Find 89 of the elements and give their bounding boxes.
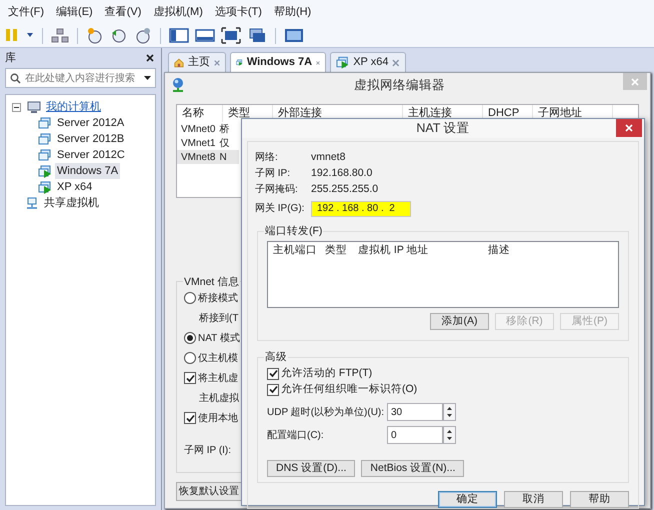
network-icon[interactable] [51, 27, 69, 44]
search-field[interactable]: 在此处键入内容进行搜索 [5, 68, 156, 88]
button[interactable]: 添加(A) [430, 312, 489, 330]
checkbox[interactable] [267, 384, 279, 396]
field-value: 192.168.80.0 [311, 166, 372, 181]
field-value: 255.255.255.0 [311, 182, 378, 197]
tree-item[interactable]: Server 2012B [55, 130, 126, 148]
radio-button[interactable] [184, 352, 196, 364]
field-label: 主机虚拟 [199, 392, 239, 406]
radio-label: 桥接模式 [198, 292, 238, 306]
tree-item[interactable]: 共享虚拟机 [42, 194, 101, 212]
table-row[interactable]: VMnet8 N [177, 150, 239, 164]
thumbnail-view-icon[interactable] [195, 27, 215, 44]
menu-item[interactable]: 查看(V) [104, 4, 142, 20]
button[interactable]: NetBios 设置(N)... [361, 460, 464, 477]
field-label: 网关 IP(G): [255, 202, 306, 216]
spinner-button[interactable] [443, 426, 456, 444]
checkbox[interactable] [184, 372, 196, 384]
window-title: 虚拟网络编辑器 [353, 76, 446, 94]
snapshot-icon[interactable] [86, 27, 104, 44]
tree-item[interactable]: 我的计算机 [44, 98, 103, 116]
menu-item[interactable]: 虚拟机(M) [153, 4, 203, 20]
column-header[interactable]: 虚拟机 IP 地址 [353, 242, 483, 259]
checkbox-label: 允许活动的 FTP(T) [281, 366, 372, 381]
menu-item[interactable]: 选项卡(T) [214, 4, 262, 20]
menu-item[interactable]: 文件(F) [8, 4, 44, 20]
close-icon[interactable] [146, 54, 154, 62]
menu-item[interactable]: 编辑(E) [56, 4, 93, 20]
console-view-icon[interactable] [284, 27, 304, 44]
network-globe-icon [171, 77, 185, 93]
unity-icon[interactable] [247, 27, 267, 44]
revert-icon[interactable] [110, 27, 128, 44]
tab[interactable]: 主页 [168, 52, 226, 72]
ip-address-field[interactable]: 192 . 168 . 80 . 2 [311, 200, 411, 217]
button[interactable]: DNS 设置(D)... [267, 460, 356, 477]
collapse-icon[interactable] [12, 102, 21, 112]
checkbox-label: 使用本地 [198, 412, 238, 426]
search-icon [10, 72, 21, 84]
field-label: 网络: [255, 151, 279, 166]
tab[interactable]: Windows 7A [230, 52, 326, 72]
home-icon [174, 56, 184, 68]
column-header[interactable]: 主机端口 [268, 242, 320, 259]
library-title: 库 [5, 50, 16, 66]
shared-vm-icon [25, 196, 39, 210]
snapshot-manager-icon[interactable] [134, 27, 152, 44]
table-row[interactable]: VMnet1 仅 [177, 136, 239, 150]
number-field[interactable]: 0 [387, 426, 443, 444]
group-title: 端口转发(F) [264, 224, 324, 240]
spinner-button[interactable] [443, 403, 456, 422]
checkbox-label: 允许任何组织唯一标识符(O) [281, 382, 418, 397]
radio-button[interactable] [184, 292, 196, 304]
column-header[interactable]: 描述 [483, 242, 543, 259]
check-icon [186, 374, 194, 382]
radio-label: 仅主机模 [198, 352, 238, 366]
radio-button[interactable] [184, 332, 196, 344]
field-value: vmnet8 [311, 150, 346, 165]
field-label: UDP 超时(以秒为单位)(U): [267, 406, 386, 420]
computer-icon [27, 100, 41, 114]
radio-label: NAT 模式 [198, 332, 240, 346]
button[interactable]: 取消 [504, 490, 563, 508]
number-field[interactable]: 30 [387, 403, 443, 422]
button[interactable]: 确定 [438, 490, 497, 508]
check-icon [186, 414, 194, 422]
dropdown-arrow-icon[interactable] [144, 76, 151, 80]
close-icon [631, 78, 639, 86]
column-header[interactable]: 名称 [177, 105, 223, 122]
checkbox-label: 将主机虚 [198, 372, 238, 386]
tree-item[interactable]: Windows 7A [55, 162, 120, 180]
menu-item[interactable]: 帮助(H) [274, 4, 312, 20]
checkbox[interactable] [267, 368, 279, 380]
field-label: 配置端口(C): [267, 428, 325, 443]
field-label: 子网 IP (I): [184, 444, 232, 458]
window-title: NAT 设置 [416, 120, 470, 137]
button[interactable]: 帮助 [570, 490, 629, 508]
checkbox[interactable] [184, 412, 196, 424]
fullscreen-icon[interactable] [221, 27, 241, 44]
close-button[interactable] [616, 119, 642, 137]
tree-item[interactable]: Server 2012A [55, 114, 126, 132]
tree-item[interactable]: XP x64 [55, 178, 94, 196]
running-vm-icon [336, 56, 350, 69]
tree-item[interactable]: Server 2012C [55, 146, 127, 164]
table-row[interactable]: VMnet0 桥 [177, 122, 239, 136]
sidebar-view-icon[interactable] [169, 27, 189, 44]
field-label: 子网 IP: [255, 167, 292, 182]
tab[interactable]: XP x64 [330, 52, 406, 72]
field-label: 子网掩码: [255, 183, 299, 198]
column-header[interactable]: 类型 [320, 242, 353, 259]
close-icon [625, 124, 633, 132]
field-label: 桥接到(T [199, 312, 238, 326]
